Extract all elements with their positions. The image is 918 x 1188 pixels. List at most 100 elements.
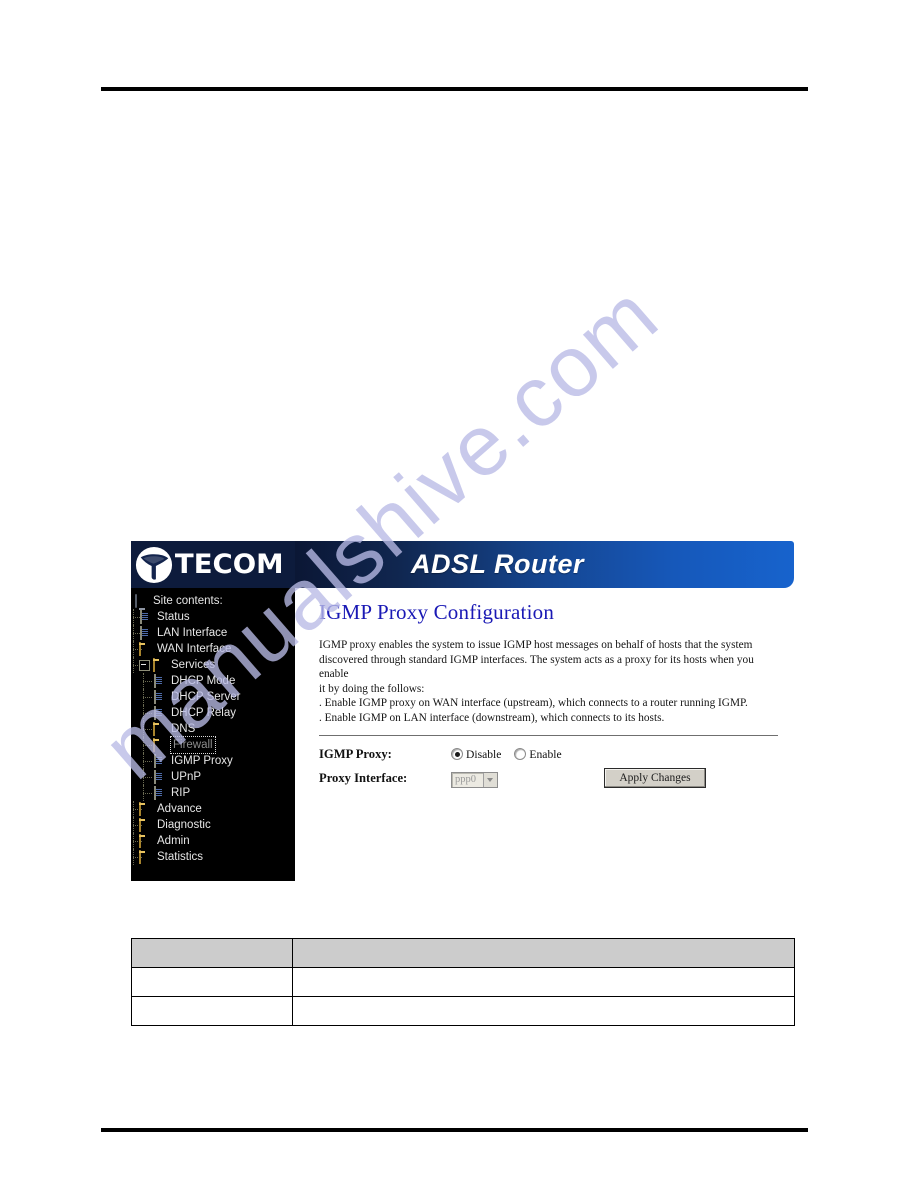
page-icon [153,769,167,784]
tree-connector [131,657,142,673]
folder-icon [139,801,153,816]
sidebar-item-upnp[interactable]: UPnP [131,769,295,785]
sidebar-item-label: DNS [171,723,196,735]
content-divider [319,734,778,736]
table-row [131,996,795,1026]
radio-disable-label: Disable [466,747,502,761]
tree-connector [131,785,153,801]
page-icon [153,705,167,720]
radio-enable[interactable]: Enable [514,747,562,761]
igmp-proxy-form: IGMP Proxy: Disable Enable Proxy Interfa… [319,747,780,788]
page-icon [153,785,167,800]
folder-icon [139,849,153,864]
description-line: discovered through standard IGMP interfa… [319,653,754,681]
sidebar-item-label: DHCP Server [171,691,241,703]
description-line: it by doing the follows: [319,682,425,695]
sidebar-item-label: UPnP [171,771,202,783]
folder-icon [139,641,153,656]
table-header-cell [131,938,293,968]
sidebar-item-dhcp-relay[interactable]: DHCP Relay [131,705,295,721]
proxy-interface-label: Proxy Interface: [319,770,408,785]
page-icon [139,625,153,640]
tree-connector [131,849,142,865]
sidebar-item-statistics[interactable]: Statistics [131,849,295,865]
folder-icon [153,657,167,672]
igmp-proxy-radio-group[interactable]: Disable Enable [451,748,780,761]
page-icon [153,689,167,704]
tree-connector [131,705,153,721]
tree-connector [131,801,142,817]
tree-connector [131,689,153,705]
chevron-down-icon[interactable] [483,772,497,787]
tree-expander-minus-icon[interactable] [139,659,150,671]
tree-connector [131,609,142,625]
table-cell [131,996,293,1026]
tree-connector [131,721,153,737]
sidebar-item-dhcp-mode[interactable]: DHCP Mode [131,673,295,689]
sidebar-item-wan-interface[interactable]: WAN Interface [131,641,295,657]
sidebar-item-status[interactable]: Status [131,609,295,625]
sidebar-item-rip[interactable]: RIP [131,785,295,801]
sidebar-item-label: IGMP Proxy [171,755,233,767]
sidebar-item-diagnostic[interactable]: Diagnostic [131,817,295,833]
sidebar-item-igmp-proxy[interactable]: IGMP Proxy [131,753,295,769]
sidebar-item-dhcp-server[interactable]: DHCP Server [131,689,295,705]
sidebar-item-dns[interactable]: DNS [131,721,295,737]
tree-connector [131,625,142,641]
page-icon [153,673,167,688]
tree-connector [131,673,153,689]
sidebar-item-label: WAN Interface [157,643,232,655]
page-icon [153,753,167,768]
page-icon [139,609,153,624]
brand-logo-block: TECOM [131,541,295,588]
page-bottom-rule [101,1128,808,1132]
bottom-data-table [131,938,795,1026]
sidebar-item-label: RIP [171,787,191,799]
tree-connector [131,833,142,849]
tree-connector [131,817,142,833]
folder-icon [139,817,153,832]
sidebar-item-advance[interactable]: Advance [131,801,295,817]
router-header-banner: ADSL Router TECOM [131,541,794,588]
sidebar-item-label: DHCP Relay [171,707,236,719]
proxy-interface-select[interactable]: ppp0 [451,771,498,788]
sidebar-item-lan-interface[interactable]: LAN Interface [131,625,295,641]
main-content-panel: IGMP Proxy Configuration IGMP proxy enab… [295,588,794,881]
description-line: IGMP proxy enables the system to issue I… [319,639,753,651]
brand-wordmark: TECOM [174,549,284,580]
table-header-row [131,938,795,968]
radio-enable-label: Enable [529,747,562,761]
tree-connector [131,753,153,769]
folder-icon [153,721,167,736]
radio-enable-indicator-icon[interactable] [514,748,527,761]
tecom-bird-logo-icon [135,546,173,583]
table-cell [292,967,795,997]
sidebar-item-services[interactable]: Services [131,657,295,673]
sidebar-root-label: Site contents: [153,595,223,607]
page-top-rule [101,87,808,91]
monitor-icon [135,593,149,608]
sidebar-item-admin[interactable]: Admin [131,833,295,849]
radio-disable[interactable]: Disable [451,748,501,761]
igmp-proxy-label: IGMP Proxy: [319,746,392,761]
table-row [131,967,795,997]
sidebar-item-firewall[interactable]: Firewall [131,736,295,754]
table-cell [292,996,795,1026]
table-cell [131,967,293,997]
proxy-interface-selected-value: ppp0 [455,773,476,785]
sidebar-item-label: Admin [157,835,190,847]
apply-changes-button[interactable]: Apply Changes [604,767,706,788]
tree-connector [131,769,153,785]
page-description: IGMP proxy enables the system to issue I… [319,638,780,726]
sidebar-item-label: Firewall [170,736,216,754]
description-line: . Enable IGMP proxy on WAN interface (up… [319,697,748,710]
sidebar-item-label: Diagnostic [157,819,211,831]
sidebar-item-label: Advance [157,803,202,815]
tree-connector [131,641,142,657]
sidebar-nav[interactable]: Site contents: Status LAN Interface WAN In… [131,588,295,881]
folder-icon [153,737,167,752]
router-web-ui-screenshot: ADSL Router TECOM Site contents: Status L… [131,541,794,881]
description-line: . Enable IGMP on LAN interface (downstre… [319,711,665,724]
sidebar-item-label: Status [157,611,190,623]
radio-disable-indicator-icon[interactable] [451,748,463,761]
